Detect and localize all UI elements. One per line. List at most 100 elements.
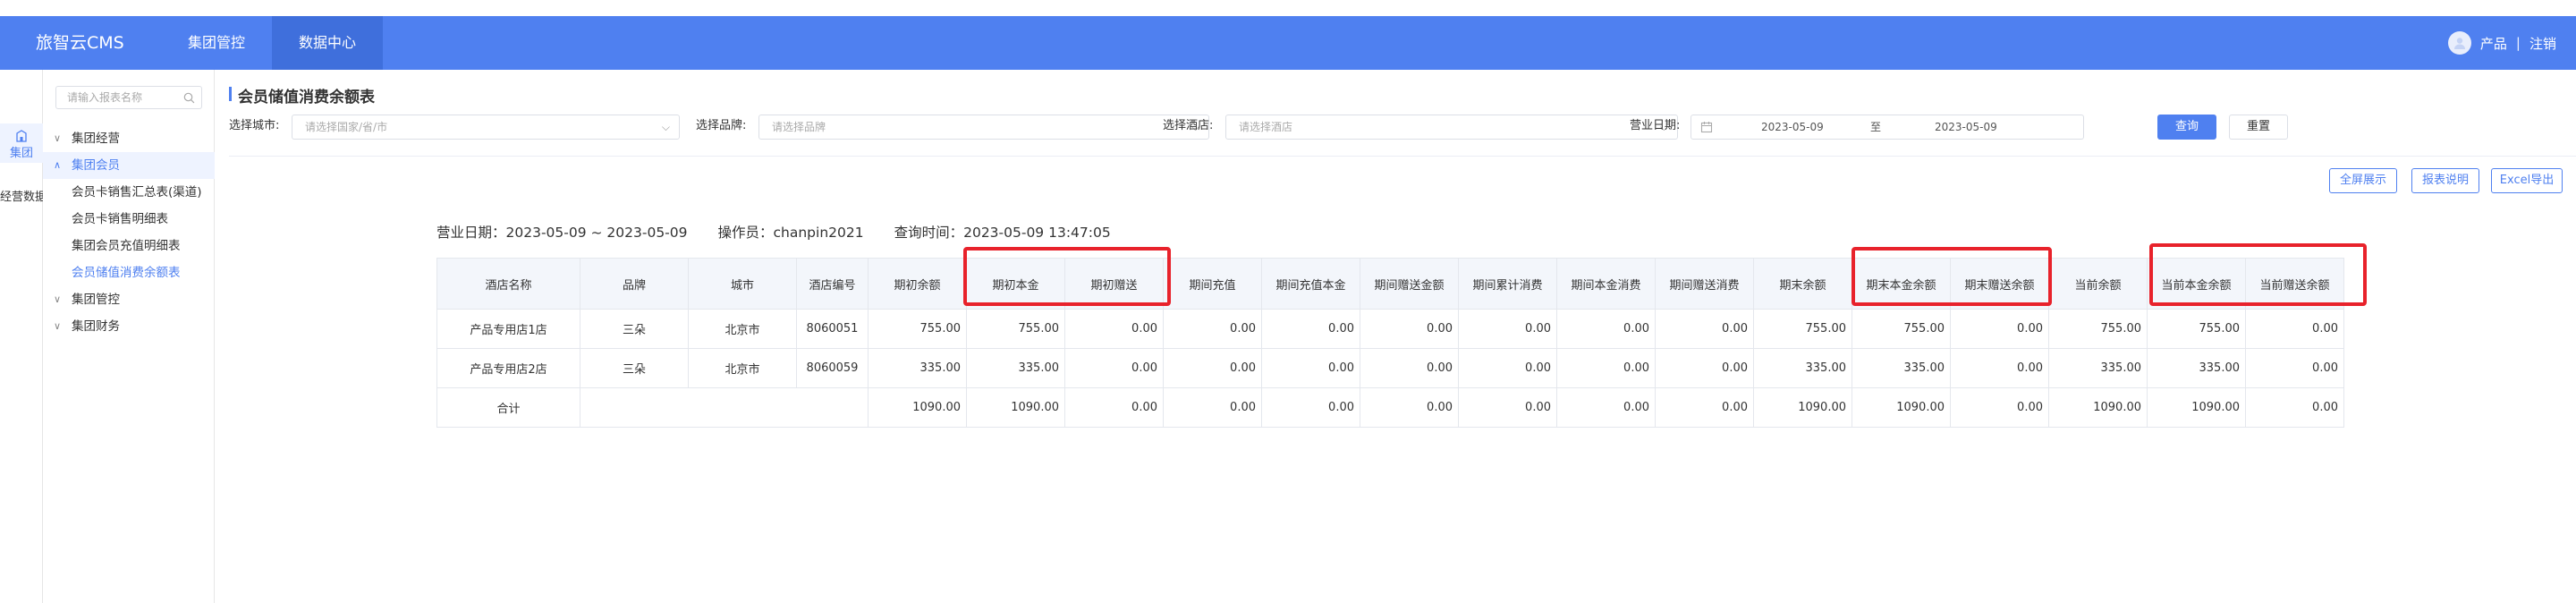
col-header: 品牌 (580, 258, 689, 310)
table-cell: 755.00 (1852, 309, 1951, 349)
table-cell: 335.00 (1852, 348, 1951, 388)
table-cell: 755.00 (966, 309, 1065, 349)
table-cell: 8060059 (796, 348, 869, 388)
top-nav: 集团管控 数据中心 (161, 16, 384, 70)
hotel-select[interactable]: 请选择酒店 ⌵ (1225, 115, 1678, 140)
col-header: 当前赠送余额 (2245, 258, 2344, 310)
date-start[interactable]: 2023-05-09 (1761, 115, 1824, 139)
col-header: 期间充值 (1163, 258, 1262, 310)
col-header: 期初余额 (868, 258, 967, 310)
col-header: 期间充值本金 (1261, 258, 1360, 310)
hotel-placeholder: 请选择酒店 (1239, 121, 1293, 133)
table-cell: 0.00 (1556, 387, 1656, 428)
brand-logo[interactable]: 旅智云CMS (36, 16, 124, 70)
table-cell: 0.00 (1360, 309, 1459, 349)
chevron-down-icon: ∨ (54, 320, 62, 332)
rail-item-business-data[interactable]: 经营数据 (0, 187, 47, 204)
report-summary: 营业日期：2023-05-09 ~ 2023-05-09 操作员：chanpin… (436, 222, 1111, 242)
tree-item-group-members[interactable]: ∧ 集团会员 (43, 152, 215, 179)
search-placeholder: 请输入报表名称 (67, 91, 143, 104)
building-icon (16, 130, 27, 142)
tree-item-card-sales-detail[interactable]: 会员卡销售明细表 (43, 206, 215, 233)
table-header-row: 酒店名称 品牌 城市 酒店编号 期初余额 期初本金 期初赠送 期间充值 期间充值… (436, 258, 2344, 310)
table-cell: 1090.00 (1753, 387, 1852, 428)
nav-data-center[interactable]: 数据中心 (272, 16, 384, 70)
table-cell: 0.00 (1950, 387, 2049, 428)
table-cell: 三朵 (580, 309, 689, 349)
hotel-label: 选择酒店: (1163, 119, 1214, 132)
city-placeholder: 请选择国家/省/市 (305, 121, 388, 133)
table-cell: 产品专用店2店 (436, 348, 580, 388)
table-cell: 1090.00 (966, 387, 1065, 428)
table-cell: 0.00 (2245, 309, 2344, 349)
brand-select[interactable]: 请选择品牌 ⌵ (758, 115, 1209, 140)
table-cell: 1090.00 (868, 387, 967, 428)
table-cell: 北京市 (688, 348, 797, 388)
tree-item-recharge-detail[interactable]: 集团会员充值明细表 (43, 233, 215, 259)
total-label: 合计 (436, 387, 580, 428)
report-search-input[interactable]: 请输入报表名称 (55, 86, 202, 109)
rail-item-group[interactable]: 集团 (0, 123, 43, 163)
table-cell: 产品专用店1店 (436, 309, 580, 349)
table-cell: 三朵 (580, 348, 689, 388)
chevron-down-icon: ∨ (54, 132, 62, 144)
table-cell: 0.00 (1556, 309, 1656, 349)
table-cell: 北京市 (688, 309, 797, 349)
col-header: 当前本金余额 (2147, 258, 2246, 310)
tree-item-card-sales-summary[interactable]: 会员卡销售汇总表(渠道) (43, 179, 215, 206)
table-cell: 0.00 (1064, 348, 1164, 388)
brand-placeholder: 请选择品牌 (772, 121, 826, 133)
table-cell: 1090.00 (2147, 387, 2246, 428)
search-icon[interactable] (183, 92, 195, 104)
tree-item-stored-value-balance[interactable]: 会员储值消费余额表 (43, 259, 215, 286)
chevron-down-icon: ⌵ (661, 121, 670, 133)
col-header: 期间累计消费 (1458, 258, 1557, 310)
user-name[interactable]: 产品 (2480, 34, 2507, 53)
date-range-picker[interactable]: 2023-05-09 至 2023-05-09 (1690, 115, 2084, 140)
table-cell: 1090.00 (1852, 387, 1951, 428)
table-cell: 0.00 (1655, 387, 1754, 428)
col-header: 期初赠送 (1064, 258, 1164, 310)
date-label: 营业日期: (1630, 119, 1681, 132)
page-title: 会员储值消费余额表 (229, 84, 375, 106)
table-cell: 755.00 (2048, 309, 2148, 349)
col-header: 期末余额 (1753, 258, 1852, 310)
table-cell: 0.00 (1261, 387, 1360, 428)
user-avatar-icon[interactable] (2447, 31, 2471, 55)
tree-item-group-finance[interactable]: ∨ 集团财务 (43, 313, 215, 340)
chevron-up-icon: ∧ (54, 159, 62, 171)
col-header: 期末赠送余额 (1950, 258, 2049, 310)
table-cell (580, 387, 869, 428)
table-cell: 0.00 (1064, 309, 1164, 349)
table-cell: 0.00 (1458, 348, 1557, 388)
table-cell: 0.00 (1360, 387, 1459, 428)
table-cell: 755.00 (868, 309, 967, 349)
col-header: 期末本金余额 (1852, 258, 1951, 310)
city-select[interactable]: 请选择国家/省/市 ⌵ (292, 115, 680, 140)
excel-export-button[interactable]: Excel导出 (2491, 168, 2563, 193)
col-header: 期间赠送消费 (1655, 258, 1754, 310)
logout-link[interactable]: 注销 (2529, 34, 2556, 53)
report-explain-button[interactable]: 报表说明 (2411, 168, 2479, 193)
date-end[interactable]: 2023-05-09 (1935, 115, 1997, 139)
table-cell: 755.00 (1753, 309, 1852, 349)
table-cell: 755.00 (2147, 309, 2246, 349)
table-cell: 0.00 (1261, 348, 1360, 388)
report-tree: ∨ 集团经营 ∧ 集团会员 会员卡销售汇总表(渠道) 会员卡销售明细表 集团会员… (43, 125, 215, 340)
query-button[interactable]: 查询 (2157, 115, 2216, 140)
nav-group-control[interactable]: 集团管控 (161, 16, 272, 70)
summary-operator: 操作员：chanpin2021 (717, 225, 864, 241)
tree-item-label: 集团财务 (72, 319, 120, 334)
fullscreen-button[interactable]: 全屏展示 (2329, 168, 2397, 193)
table-cell: 0.00 (1163, 348, 1262, 388)
tree-item-group-control[interactable]: ∨ 集团管控 (43, 286, 215, 313)
table-cell: 0.00 (1458, 387, 1557, 428)
col-header: 城市 (688, 258, 797, 310)
col-header: 期间赠送金额 (1360, 258, 1459, 310)
table-cell: 0.00 (1458, 309, 1557, 349)
tree-item-label: 集团管控 (72, 293, 120, 307)
reset-button[interactable]: 重置 (2229, 115, 2288, 140)
tree-item-group-operations[interactable]: ∨ 集团经营 (43, 125, 215, 152)
tree-item-label: 集团会员 (72, 158, 120, 173)
table-cell: 0.00 (1950, 309, 2049, 349)
